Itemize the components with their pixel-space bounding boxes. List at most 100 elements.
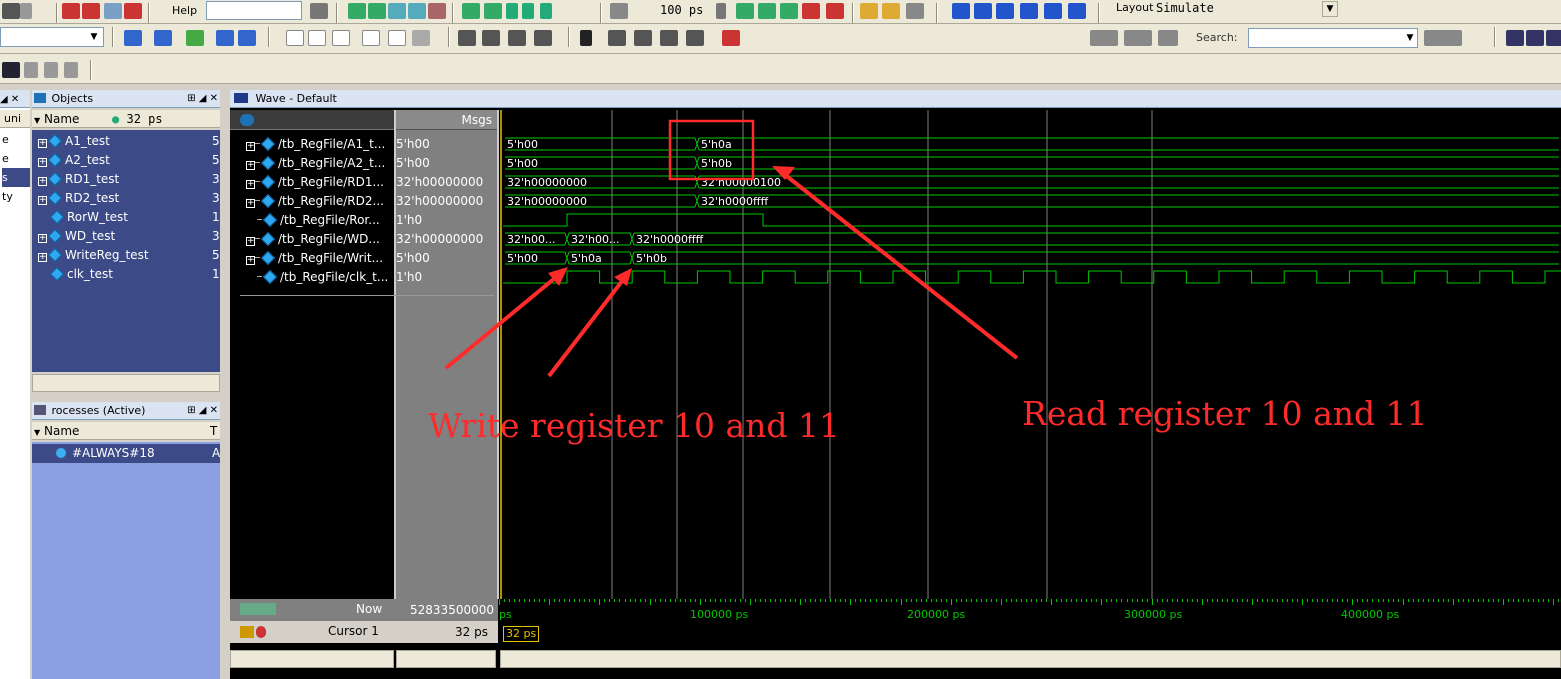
- object-row[interactable]: clk_test 1: [32, 265, 220, 284]
- object-row[interactable]: + A2_test 5: [32, 151, 220, 170]
- lock-icon[interactable]: [240, 626, 254, 638]
- filter-internal-icon[interactable]: [362, 30, 380, 46]
- help-search-input[interactable]: [206, 1, 302, 20]
- pane-controls-icon[interactable]: ⊞ ◢ ✕: [187, 90, 218, 108]
- filter-in-icon[interactable]: [286, 30, 304, 46]
- expand-icon[interactable]: +: [246, 237, 255, 246]
- compile-all-icon[interactable]: [368, 3, 386, 19]
- chevron-down-icon[interactable]: ▼: [86, 29, 102, 45]
- add-wave-icon[interactable]: [124, 30, 142, 46]
- processes-name-col[interactable]: Name: [44, 424, 79, 438]
- select-cursor-icon[interactable]: [580, 30, 592, 46]
- compile-icon[interactable]: [348, 3, 366, 19]
- search-input[interactable]: [1248, 28, 1418, 48]
- copy-icon[interactable]: [104, 3, 122, 19]
- settings-icon-1[interactable]: [458, 30, 476, 46]
- step-back-over-icon[interactable]: [1044, 3, 1062, 19]
- layout-select[interactable]: Simulate: [1156, 0, 1342, 18]
- cursor-label[interactable]: Cursor 1: [328, 624, 379, 638]
- clear-icon[interactable]: [124, 3, 142, 19]
- sort-down-icon[interactable]: ▼: [34, 428, 40, 437]
- search-options-icon[interactable]: [1424, 30, 1462, 46]
- profile-icon[interactable]: [906, 3, 924, 19]
- add-schematic-icon[interactable]: [238, 30, 256, 46]
- objects-name-col[interactable]: Name: [44, 112, 79, 126]
- delete-icon[interactable]: [82, 3, 100, 19]
- waveform-style-icon-4[interactable]: [64, 62, 78, 78]
- expand-icon[interactable]: +: [38, 234, 47, 243]
- left-arrow-icon[interactable]: [522, 3, 534, 19]
- run-all-icon[interactable]: [780, 3, 798, 19]
- object-row[interactable]: + RD1_test 3: [32, 170, 220, 189]
- waveform-style-icon-1[interactable]: [2, 62, 20, 78]
- library-item[interactable]: ty: [2, 187, 30, 206]
- zoom-mode-icon[interactable]: [608, 30, 626, 46]
- library-item[interactable]: e: [2, 149, 30, 168]
- library-item[interactable]: e: [2, 130, 30, 149]
- library-scroll-right[interactable]: [0, 658, 22, 676]
- signal-name-row[interactable]: + /tb_RegFile/WD...: [230, 230, 394, 249]
- signal-name-row[interactable]: /tb_RegFile/clk_t...: [230, 268, 394, 287]
- object-row[interactable]: + WriteReg_test 5: [32, 246, 220, 265]
- cursor-edit-icon[interactable]: [256, 626, 266, 638]
- expand-icon[interactable]: +: [246, 142, 255, 151]
- prev-edge-icon[interactable]: [1090, 30, 1118, 46]
- edge-icon[interactable]: [660, 30, 678, 46]
- step-back-out-icon[interactable]: [1068, 3, 1086, 19]
- filter-out-icon[interactable]: [308, 30, 326, 46]
- objects-hscroll[interactable]: [32, 374, 220, 392]
- waveform-canvas[interactable]: 5'h00 5'h0a 5'h00 5'h0b 32'h00000000 32'h0000…: [499, 110, 1561, 599]
- wave-menu-icon[interactable]: [240, 114, 254, 126]
- expand-icon[interactable]: +: [38, 253, 47, 262]
- dataflow-icon[interactable]: [722, 30, 740, 46]
- step-icon[interactable]: [462, 3, 480, 19]
- filter-inout-icon[interactable]: [332, 30, 350, 46]
- break-icon[interactable]: [408, 3, 426, 19]
- restart-icon[interactable]: [610, 3, 628, 19]
- help-menu[interactable]: Help: [172, 2, 206, 20]
- object-row[interactable]: + A1_test 5: [32, 132, 220, 151]
- add-log-icon[interactable]: [186, 30, 204, 46]
- zoom-out-icon[interactable]: [1526, 30, 1544, 46]
- library-item[interactable]: s: [2, 168, 30, 187]
- expand-icon[interactable]: +: [246, 180, 255, 189]
- continue-icon[interactable]: [758, 3, 776, 19]
- zoom-full-icon[interactable]: [1546, 30, 1561, 46]
- add-list-icon[interactable]: [154, 30, 172, 46]
- expand-icon[interactable]: +: [38, 177, 47, 186]
- chevron-down-icon[interactable]: ▼: [1402, 30, 1418, 46]
- signal-name-row[interactable]: + /tb_RegFile/A1_t...: [230, 135, 394, 154]
- cut-icon[interactable]: [62, 3, 80, 19]
- find-icon[interactable]: [310, 3, 328, 19]
- memory-icon[interactable]: [882, 3, 900, 19]
- layout-icon[interactable]: [20, 3, 32, 19]
- run-icon[interactable]: [736, 3, 754, 19]
- insert-cursor-icon[interactable]: [686, 30, 704, 46]
- pane-controls-icon[interactable]: ◢ ✕: [0, 94, 19, 105]
- signal-name-row[interactable]: + /tb_RegFile/Writ...: [230, 249, 394, 268]
- expand-icon[interactable]: +: [246, 161, 255, 170]
- right-arrow-icon[interactable]: [540, 3, 552, 19]
- library-icon[interactable]: [428, 3, 446, 19]
- add-dataflow-icon[interactable]: [216, 30, 234, 46]
- expand-icon[interactable]: +: [38, 158, 47, 167]
- edge-find-icon[interactable]: [1158, 30, 1178, 46]
- signal-name-row[interactable]: + /tb_RegFile/RD2...: [230, 192, 394, 211]
- signal-name-row[interactable]: + /tb_RegFile/A2_t...: [230, 154, 394, 173]
- step-back-icon[interactable]: [1020, 3, 1038, 19]
- signal-name-row[interactable]: /tb_RegFile/Ror...: [230, 211, 394, 230]
- next-edge-icon[interactable]: [1124, 30, 1152, 46]
- step-out-icon[interactable]: [996, 3, 1014, 19]
- filter-all-icon[interactable]: [388, 30, 406, 46]
- expand-icon[interactable]: +: [246, 256, 255, 265]
- expand-icon[interactable]: +: [246, 199, 255, 208]
- step-over-icon[interactable]: [484, 3, 502, 19]
- pane-controls-icon[interactable]: ⊞ ◢ ✕: [187, 402, 218, 420]
- chevron-down-icon[interactable]: ▼: [1322, 1, 1338, 17]
- filter-custom-icon[interactable]: [412, 30, 430, 46]
- sort-down-icon[interactable]: ▼: [34, 116, 40, 125]
- settings-icon-4[interactable]: [534, 30, 552, 46]
- up-arrow-icon[interactable]: [506, 3, 518, 19]
- names-hscroll[interactable]: [230, 650, 394, 668]
- simulate-icon[interactable]: [388, 3, 406, 19]
